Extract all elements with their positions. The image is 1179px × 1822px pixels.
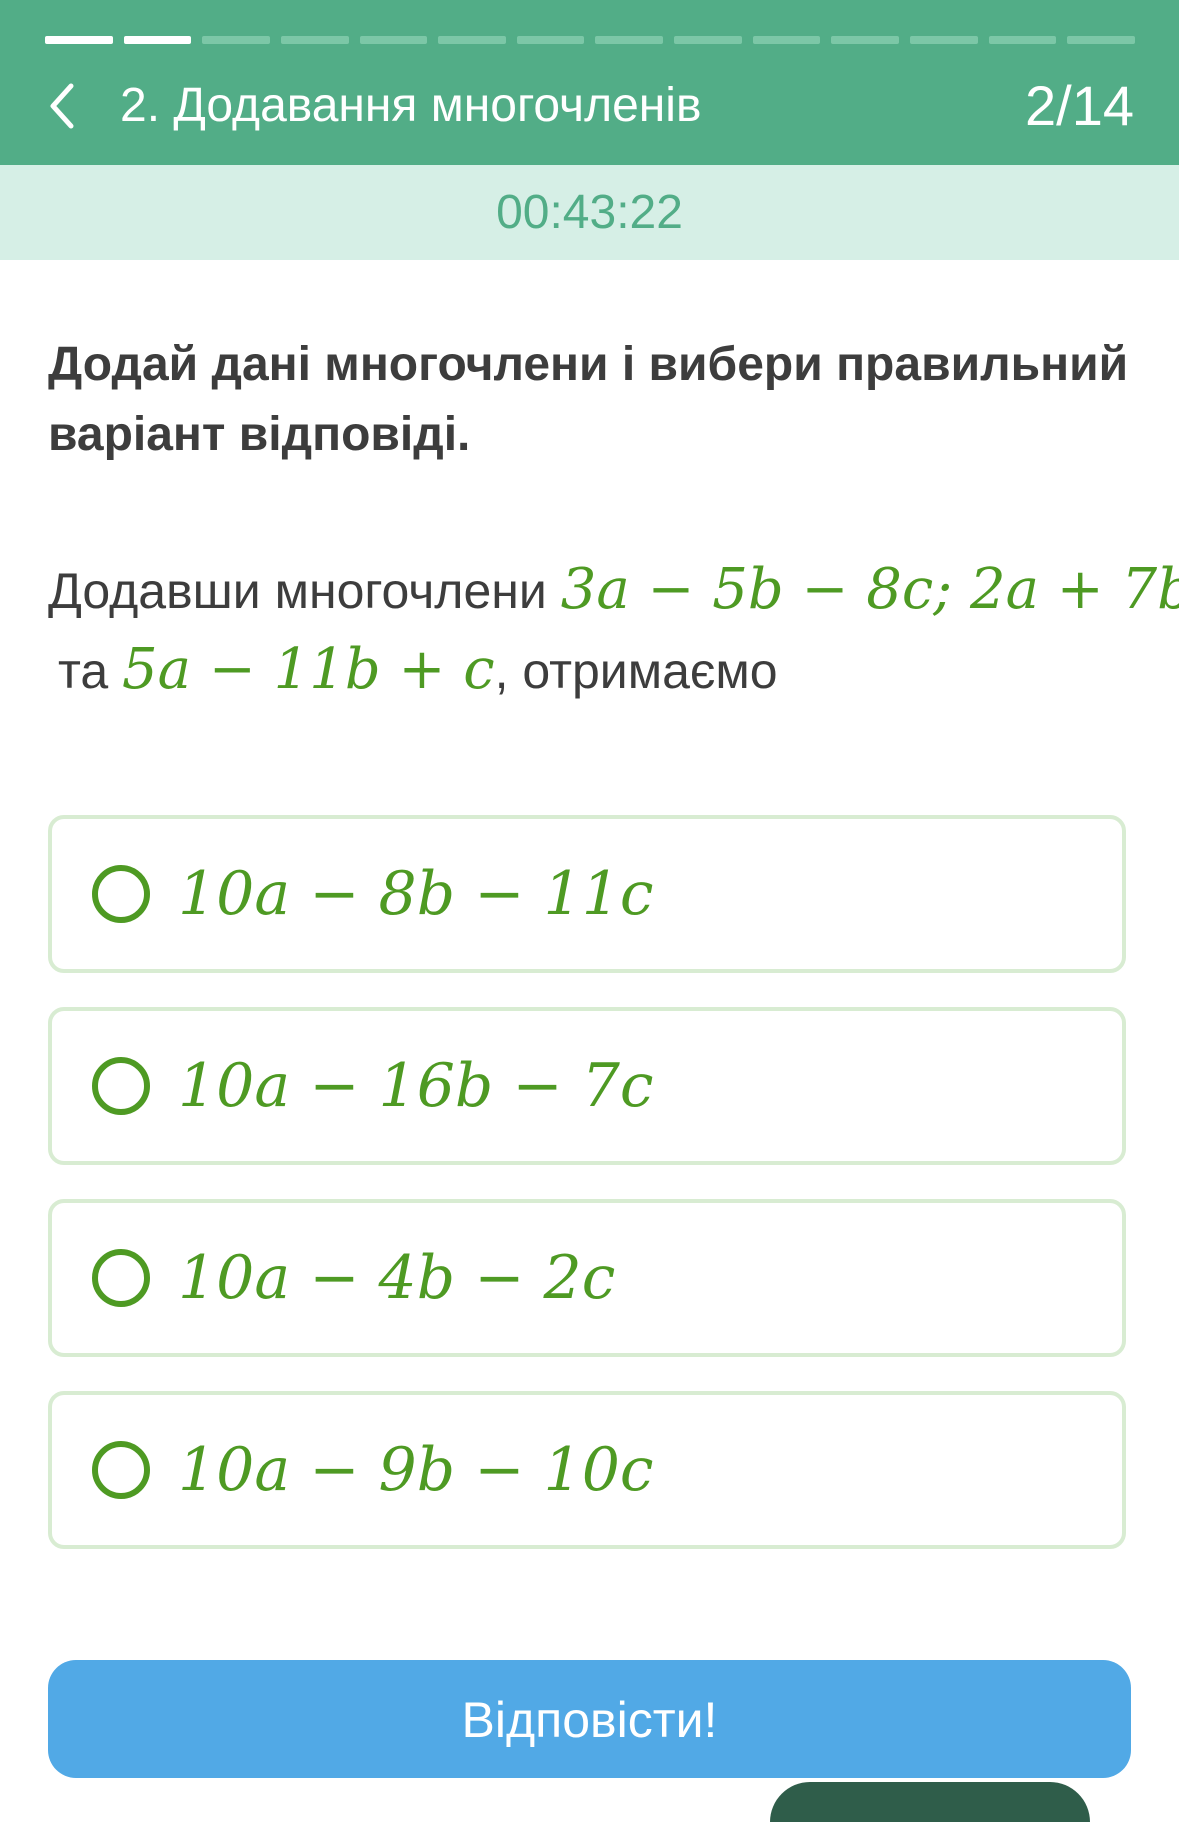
option-label: 10a − 8b − 11c — [178, 859, 654, 929]
option-label: 10a − 9b − 10c — [178, 1435, 654, 1505]
answer-option[interactable]: 10a − 4b − 2c — [48, 1199, 1126, 1357]
progress-segment — [1067, 36, 1135, 44]
progress-segment — [45, 36, 113, 44]
timer: 00:43:22 — [496, 186, 683, 239]
answer-option[interactable]: 10a − 9b − 10c — [48, 1391, 1126, 1549]
progress-segment — [123, 36, 192, 44]
task-line-1: Додавши многочлени 3a − 5b − 8c; 2a + 7b… — [48, 550, 1179, 630]
answer-option[interactable]: 10a − 8b − 11c — [48, 815, 1126, 973]
question-counter: 2/14 — [1025, 74, 1134, 137]
back-button[interactable] — [42, 78, 82, 134]
progress-segment — [752, 36, 821, 44]
topic-title: 2. Додавання многочленів — [120, 79, 702, 132]
option-label: 10a − 16b − 7c — [178, 1051, 654, 1121]
progress-segment — [910, 36, 978, 44]
top-bar: 2. Додавання многочленів 2/14 — [0, 0, 1179, 165]
progress-segment — [516, 36, 585, 44]
progress-segment — [280, 36, 349, 44]
progress-bar — [45, 36, 1135, 44]
progress-segment — [202, 36, 270, 44]
radio-button[interactable] — [92, 1057, 150, 1115]
task-end: , отримаємо — [494, 643, 778, 699]
progress-segment — [674, 36, 742, 44]
bottom-partial-element — [770, 1782, 1090, 1822]
conjunction: та — [58, 643, 123, 699]
progress-segment — [831, 36, 900, 44]
task-line-2: та 5a − 11b + c, отримаємо — [48, 630, 1179, 710]
polynomial-3: 5a − 11b + c — [122, 637, 495, 702]
question-prompt: Додай дані многочлени і вибери правильни… — [48, 338, 1129, 461]
progress-segment — [359, 36, 428, 44]
progress-segment — [988, 36, 1057, 44]
progress-segment — [595, 36, 664, 44]
separator: ; — [933, 557, 970, 622]
task-intro: Додавши многочлени — [48, 563, 561, 619]
radio-button[interactable] — [92, 865, 150, 923]
option-label: 10a − 4b − 2c — [178, 1243, 616, 1313]
polynomial-1: 3a − 5b − 8c — [560, 557, 934, 622]
task-text: Додавши многочлени 3a − 5b − 8c; 2a + 7b… — [48, 550, 1179, 710]
radio-button[interactable] — [92, 1441, 150, 1499]
polynomial-2: 2a + 7b − — [969, 557, 1179, 622]
progress-segment — [438, 36, 506, 44]
chevron-left-icon — [50, 83, 74, 129]
submit-button[interactable]: Відповісти! — [48, 1660, 1131, 1778]
timer-bar: 00:43:22 — [0, 165, 1179, 260]
radio-button[interactable] — [92, 1249, 150, 1307]
answer-option[interactable]: 10a − 16b − 7c — [48, 1007, 1126, 1165]
